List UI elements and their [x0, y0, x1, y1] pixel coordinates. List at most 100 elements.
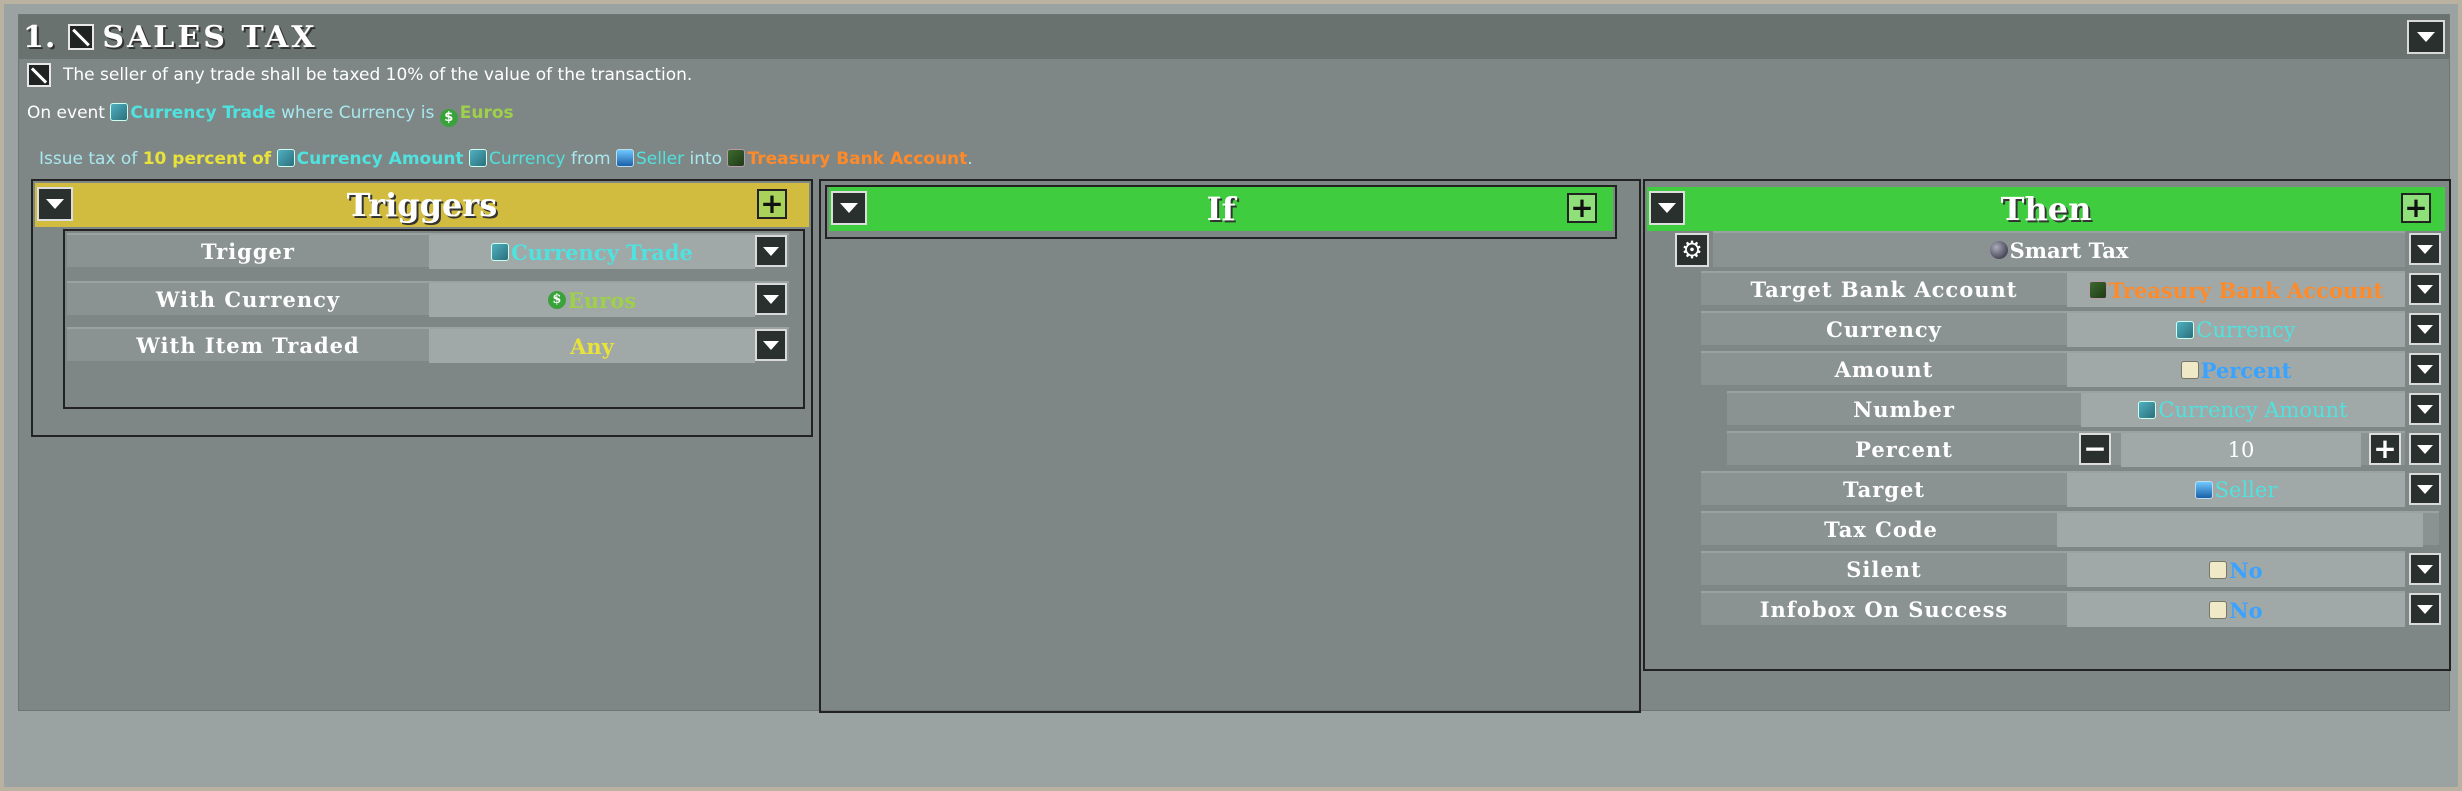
with-currency-row[interactable]: With Currency $ Euros	[67, 281, 789, 317]
param-value-text: Seller	[2214, 478, 2278, 502]
chevron-down-icon	[2417, 244, 2433, 254]
add-trigger-button[interactable]: +	[757, 189, 787, 219]
chevron-down-icon	[2417, 364, 2433, 374]
target-bank-dropdown-button[interactable]	[2409, 273, 2441, 305]
param-label: Number	[1853, 396, 1955, 422]
target-dropdown-button[interactable]	[2409, 473, 2441, 505]
currency-icon	[2176, 321, 2195, 339]
action-summary: Issue tax of 10 percent of Currency Amou…	[39, 149, 973, 169]
chevron-down-icon	[763, 294, 779, 304]
gear-icon[interactable]: ⚙	[1675, 233, 1709, 267]
param-value[interactable]: Treasury Bank Account	[2067, 273, 2405, 307]
param-row-number[interactable]: Number Currency Amount	[1727, 391, 2405, 427]
action-dropdown-button[interactable]	[2409, 233, 2441, 265]
chevron-down-icon	[840, 203, 858, 213]
description-text: The seller of any trade shall be taxed 1…	[63, 65, 693, 85]
percent-value-field[interactable]: 10	[2121, 433, 2361, 467]
action-value[interactable]: Smart Tax	[1713, 233, 2405, 267]
param-value-text: Percent	[2200, 357, 2292, 383]
dollar-coin-icon: $	[547, 291, 566, 309]
with-currency-dropdown-button[interactable]	[755, 283, 787, 315]
person-icon	[2194, 481, 2213, 499]
summary-currency: Currency	[488, 149, 566, 169]
chevron-down-icon	[763, 246, 779, 256]
with-item-traded-value[interactable]: Any	[429, 329, 755, 363]
edit-description-icon[interactable]	[27, 63, 51, 87]
if-collapse-button[interactable]	[831, 191, 867, 225]
param-row-currency[interactable]: Currency Currency	[1701, 311, 2405, 347]
action-row[interactable]: Smart Tax	[1713, 231, 2405, 267]
tax-code-input[interactable]	[2057, 513, 2423, 547]
trigger-dropdown-button[interactable]	[755, 235, 787, 267]
edit-slash-icon[interactable]	[68, 24, 95, 50]
add-action-button[interactable]: +	[2401, 193, 2431, 223]
param-value[interactable]: No	[2067, 553, 2405, 587]
param-value[interactable]: Percent	[2067, 353, 2405, 387]
dollar-coin-icon: $	[439, 109, 458, 127]
param-row-target-bank-account[interactable]: Target Bank Account Treasury Bank Accoun…	[1701, 271, 2405, 307]
param-row-amount[interactable]: Amount Percent	[1701, 351, 2405, 387]
currency-icon	[276, 149, 295, 167]
rule-title-bar[interactable]: 1. Sales Tax	[19, 15, 2449, 59]
trigger-row[interactable]: Trigger Currency Trade	[67, 233, 789, 269]
param-row-percent[interactable]: Percent 10	[1727, 431, 2405, 467]
silent-dropdown-button[interactable]	[2409, 553, 2441, 585]
then-header-label: Then	[2000, 190, 2092, 228]
param-row-tax-code[interactable]: Tax Code	[1701, 511, 2439, 547]
triggers-collapse-button[interactable]	[37, 187, 73, 221]
document-icon	[2209, 561, 2228, 579]
param-value-text: Currency Amount	[2158, 398, 2348, 422]
param-value-text: No	[2229, 597, 2263, 623]
param-label: Infobox On Success	[1759, 596, 2009, 622]
trigger-row-value[interactable]: Currency Trade	[429, 235, 755, 269]
param-value[interactable]: Currency Amount	[2081, 393, 2405, 427]
with-item-traded-text: Any	[570, 333, 614, 359]
chevron-down-icon	[46, 199, 64, 209]
rule-number: 1.	[23, 19, 57, 55]
window-frame: 1. Sales Tax The seller of any trade sha…	[0, 0, 2462, 791]
param-label: Target Bank Account	[1750, 276, 2018, 302]
infobox-dropdown-button[interactable]	[2409, 593, 2441, 625]
then-collapse-button[interactable]	[1649, 191, 1685, 225]
param-row-infobox-on-success[interactable]: Infobox On Success No	[1701, 591, 2405, 627]
summary-end: .	[967, 149, 973, 169]
summary-account: Treasury Bank Account	[747, 149, 968, 169]
if-panel	[819, 179, 1641, 713]
chevron-down-icon	[763, 340, 779, 350]
bank-icon	[2088, 281, 2107, 299]
percent-value-text: 10	[2227, 438, 2255, 462]
number-dropdown-button[interactable]	[2409, 393, 2441, 425]
currency-dropdown-button[interactable]	[2409, 313, 2441, 345]
rule-panel: 1. Sales Tax The seller of any trade sha…	[18, 14, 2451, 713]
with-item-traded-dropdown-button[interactable]	[755, 329, 787, 361]
amount-dropdown-button[interactable]	[2409, 353, 2441, 385]
param-value[interactable]: No	[2067, 593, 2405, 627]
with-currency-value[interactable]: $ Euros	[429, 283, 755, 317]
summary-amount-source: Currency Amount	[296, 149, 464, 169]
on-event-prefix: On event	[27, 103, 105, 123]
percent-dropdown-button[interactable]	[2409, 433, 2441, 465]
with-item-traded-row[interactable]: With Item Traded Any	[67, 327, 789, 363]
with-currency-text: Euros	[567, 287, 637, 313]
with-item-traded-label: With Item Traded	[136, 332, 360, 358]
plus-icon[interactable]: +	[2369, 433, 2401, 465]
summary-from: from	[570, 149, 611, 169]
param-label: Amount	[1834, 356, 1934, 382]
if-header-label: If	[1206, 190, 1236, 228]
param-row-silent[interactable]: Silent No	[1701, 551, 2405, 587]
rule-collapse-button[interactable]	[2407, 20, 2445, 54]
rule-description: The seller of any trade shall be taxed 1…	[27, 63, 692, 87]
currency-icon	[110, 103, 129, 121]
param-row-target[interactable]: Target Seller	[1701, 471, 2405, 507]
param-value[interactable]: Seller	[2067, 473, 2405, 507]
add-condition-button[interactable]: +	[1567, 193, 1597, 223]
minus-icon[interactable]: −	[2079, 433, 2111, 465]
with-currency-label: With Currency	[155, 286, 341, 312]
param-value[interactable]: Currency	[2067, 313, 2405, 347]
chevron-down-icon	[2417, 32, 2435, 42]
document-icon	[2209, 601, 2228, 619]
param-label: Tax Code	[1824, 516, 1938, 542]
param-label: Target	[1842, 476, 1926, 502]
chevron-down-icon	[2417, 444, 2433, 454]
param-label: Percent	[1855, 436, 1953, 462]
